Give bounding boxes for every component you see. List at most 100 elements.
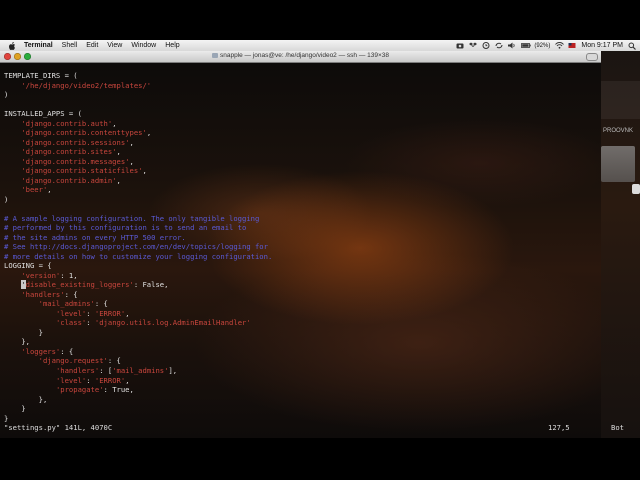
code-text: ) [4, 90, 9, 100]
code-text: , [129, 156, 134, 166]
sync-icon[interactable] [495, 42, 503, 49]
code-line: }, [4, 395, 272, 405]
string-literal: 'django.contrib.staticfiles' [21, 166, 143, 176]
code-text: TEMPLATE_DIRS = ( [4, 71, 78, 80]
code-line: 'django.contrib.admin', [4, 176, 272, 186]
code-text: : [86, 318, 95, 328]
comment-text: # performed by this configuration is to … [4, 223, 247, 233]
code-text: , [142, 166, 147, 176]
code-line: LOGGING = { [4, 261, 272, 271]
window-title: snapple — jonas@ve: /he/django/video2 — … [0, 52, 601, 59]
code-text: } [4, 404, 26, 414]
code-line: # See http://docs.djangoproject.com/en/d… [4, 242, 272, 252]
battery-icon[interactable] [521, 42, 532, 49]
desktop-background: PROOVNK [601, 51, 640, 438]
code-line: 'loggers': { [4, 347, 272, 357]
drive-label: PROOVNK [603, 128, 634, 134]
desktop-strip [601, 81, 640, 119]
code-text: INSTALLED_APPS = ( [4, 109, 82, 119]
scrollbar-knob[interactable] [632, 184, 640, 194]
code-text: }, [4, 394, 48, 404]
code-line: ) [4, 195, 272, 205]
comment-text: # more details on how to customize your … [4, 251, 273, 261]
volume-icon[interactable] [508, 42, 516, 49]
code-text: , [125, 308, 130, 318]
window-titlebar[interactable]: snapple — jonas@ve: /he/django/video2 — … [0, 51, 601, 63]
code-line: ) [4, 90, 272, 100]
terminal-content[interactable]: TEMPLATE_DIRS = ( '/he/django/video2/tem… [0, 63, 601, 438]
string-literal: 'django.contrib.sessions' [21, 137, 130, 147]
code-text: , [112, 118, 117, 128]
code-line: 'django.contrib.contenttypes', [4, 128, 272, 138]
camera-icon[interactable] [456, 42, 464, 49]
menu-view[interactable]: View [107, 42, 122, 49]
clock[interactable]: Mon 9:17 PM [581, 42, 623, 49]
code-line: 'django.request': { [4, 356, 272, 366]
code-text: : 1, [60, 270, 78, 280]
timemachine-icon[interactable] [482, 42, 490, 49]
toolbar-toggle-button[interactable] [586, 53, 598, 61]
code-text: ) [4, 194, 9, 204]
wifi-icon[interactable] [555, 42, 565, 49]
file-info: "settings.py" 141L, 4070C [4, 423, 113, 432]
home-folder-icon [211, 52, 218, 58]
scroll-indicator: Bot [611, 423, 624, 432]
code-text: , [129, 137, 134, 147]
code-line: } [4, 328, 272, 338]
battery-percent: (92%) [534, 42, 551, 49]
folder-icon[interactable] [601, 146, 635, 182]
code-line: 'propagate': True, [4, 385, 272, 395]
string-literal: 'loggers' [21, 346, 61, 356]
menu-edit[interactable]: Edit [86, 42, 98, 49]
app-menu-terminal[interactable]: Terminal [24, 42, 53, 49]
menu-help[interactable]: Help [165, 42, 179, 49]
code-line: 'mail_admins': { [4, 299, 272, 309]
code-line: } [4, 404, 272, 414]
spotlight-icon[interactable] [628, 42, 636, 50]
code-line: 'django.contrib.sites', [4, 147, 272, 157]
flag-icon[interactable] [568, 42, 576, 49]
comment-text: # the site admins on every HTTP 500 erro… [4, 232, 186, 242]
code-text: }, [4, 337, 30, 347]
code-text: } [4, 327, 43, 337]
string-literal: 'django.request' [38, 356, 108, 366]
code-text: LOGGING = { [4, 261, 52, 271]
menu-window[interactable]: Window [131, 42, 156, 49]
code-text: , [125, 375, 130, 385]
string-literal: 'level' [55, 375, 87, 385]
string-literal: 'django.contrib.contenttypes' [21, 128, 147, 138]
code-line: 'django.contrib.auth', [4, 119, 272, 129]
code-line: 'level': 'ERROR', [4, 309, 272, 319]
code-line: INSTALLED_APPS = ( [4, 109, 272, 119]
code-line: # A sample logging configuration. The on… [4, 214, 272, 224]
code-text: : { [60, 346, 74, 356]
string-literal: disable_existing_loggers' [25, 280, 134, 290]
menu-shell[interactable]: Shell [62, 42, 78, 49]
code-line: # performed by this configuration is to … [4, 223, 272, 233]
code-line: 'django.contrib.sessions', [4, 138, 272, 148]
code-line: 'level': 'ERROR', [4, 376, 272, 386]
apple-menu-icon[interactable] [7, 40, 18, 51]
string-literal: 'mail_admins' [38, 299, 95, 309]
code-text: : { [64, 289, 78, 299]
string-literal: 'version' [21, 270, 61, 280]
string-literal: 'class' [55, 318, 87, 328]
code-text: : [86, 308, 95, 318]
menu-extras: (92%) Mon 9:17 PM [456, 40, 636, 51]
dropbox-icon[interactable] [469, 42, 478, 49]
